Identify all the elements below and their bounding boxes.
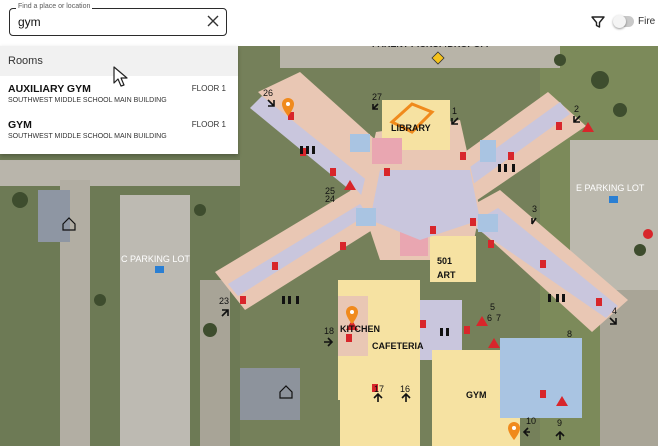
label-art: ART xyxy=(437,270,456,280)
result-building: SOUTHWEST MIDDLE SCHOOL MAIN BUILDING xyxy=(8,97,167,104)
parking-icon xyxy=(609,196,618,203)
exit-number: 7 xyxy=(496,313,501,323)
exit-number: 18 xyxy=(324,326,334,336)
exit-number: 2 xyxy=(574,104,579,114)
top-toolbar: Find a place or location Fire xyxy=(0,0,658,46)
exit-number: 26 xyxy=(263,88,273,98)
label-gym: GYM xyxy=(466,390,487,400)
exit-number: 3 xyxy=(532,204,537,214)
exit-number: 4 xyxy=(612,306,617,316)
toggle-knob xyxy=(613,15,626,28)
fire-toggle-label: Fire xyxy=(638,16,656,27)
exit-number: 6 xyxy=(487,313,492,323)
exit-number: 8 xyxy=(567,329,572,339)
filter-icon[interactable] xyxy=(588,12,608,32)
c-parking-area xyxy=(120,195,190,446)
road-north xyxy=(0,160,240,186)
exit-number: 10 xyxy=(526,416,536,426)
result-floor: FLOOR 1 xyxy=(191,84,226,93)
exit-number: 1 xyxy=(452,106,457,116)
exit-number: 25 xyxy=(325,186,335,196)
house-roof xyxy=(38,190,70,242)
label-c-parking: C PARKING LOT xyxy=(121,254,190,264)
search-legend: Find a place or location xyxy=(16,3,93,10)
result-name: AUXILIARY GYM xyxy=(8,83,91,95)
exit-number: 9 xyxy=(557,418,562,428)
parking-icon xyxy=(155,266,164,273)
fire-hydrant-icon xyxy=(643,229,653,239)
parent-dropoff-road xyxy=(280,46,560,68)
label-cafeteria: CAFETERIA xyxy=(372,341,424,351)
label-kitchen: KITCHEN xyxy=(340,324,380,334)
exit-number: 16 xyxy=(400,384,410,394)
result-floor: FLOOR 1 xyxy=(191,120,226,129)
exit-number: 17 xyxy=(374,384,384,394)
label-e-parking: E PARKING LOT xyxy=(576,183,645,193)
result-item-gym[interactable]: GYM SOUTHWEST MIDDLE SCHOOL MAIN BUILDIN… xyxy=(0,112,238,148)
exit-number: 5 xyxy=(490,302,495,312)
result-building: SOUTHWEST MIDDLE SCHOOL MAIN BUILDING xyxy=(8,133,167,140)
close-icon[interactable] xyxy=(206,14,220,28)
result-name: GYM xyxy=(8,119,32,131)
exit-number: 27 xyxy=(372,92,382,102)
mouse-cursor-icon xyxy=(113,66,128,87)
exit-number: 23 xyxy=(219,296,229,306)
search-field[interactable] xyxy=(9,8,227,36)
label-library: LIBRARY xyxy=(391,123,431,133)
label-art-number: 501 xyxy=(437,256,452,266)
fire-toggle[interactable] xyxy=(613,15,634,28)
search-input[interactable] xyxy=(18,14,198,30)
house-roof xyxy=(240,368,300,420)
search-results-panel: Rooms AUXILIARY GYM SOUTHWEST MIDDLE SCH… xyxy=(0,46,238,154)
